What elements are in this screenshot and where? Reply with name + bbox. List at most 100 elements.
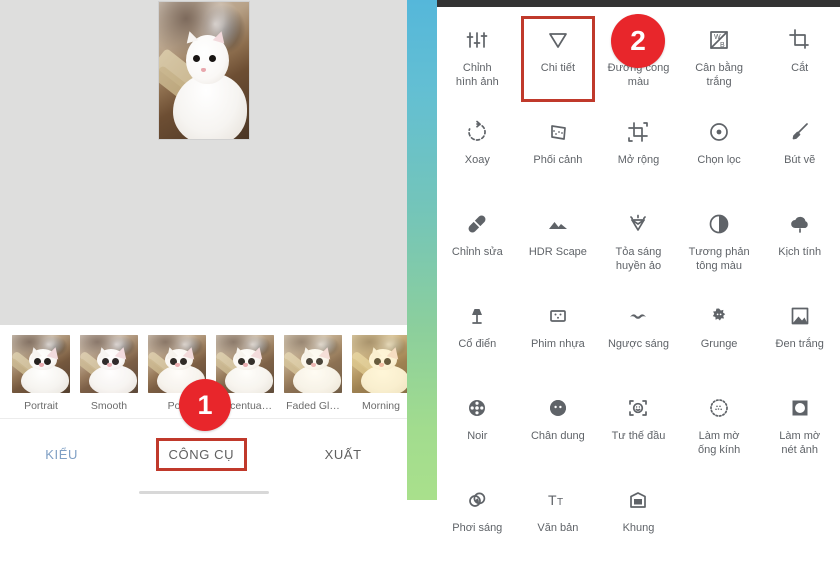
tool-item[interactable]: Phối cảnh bbox=[518, 105, 599, 197]
filter-thumbnail[interactable] bbox=[216, 335, 274, 393]
svg-text:T: T bbox=[548, 492, 557, 508]
healing-icon bbox=[462, 209, 492, 239]
double-exposure-icon bbox=[462, 485, 492, 515]
tool-label: Grunge bbox=[700, 338, 738, 350]
tool-label: Phơi sáng bbox=[452, 522, 503, 534]
edited-photo-preview[interactable] bbox=[158, 2, 249, 139]
selective-icon bbox=[704, 117, 734, 147]
tool-item[interactable]: Ngược sáng bbox=[598, 289, 679, 381]
tool-item[interactable]: Tư thế đầu bbox=[598, 381, 679, 473]
perspective-icon bbox=[543, 117, 573, 147]
tool-item[interactable]: HDR Scape bbox=[518, 197, 599, 289]
noir-reel-icon bbox=[462, 393, 492, 423]
tool-label: Tương phản tông màu bbox=[688, 246, 750, 272]
tool-label: HDR Scape bbox=[528, 246, 587, 258]
tool-item[interactable]: W B Cân bằng trắng bbox=[679, 13, 760, 105]
tool-item[interactable]: Tương phản tông màu bbox=[679, 197, 760, 289]
tool-label: Tỏa sáng huyền ảo bbox=[615, 246, 662, 272]
tune-icon bbox=[462, 25, 492, 55]
glamour-glow-icon bbox=[623, 209, 653, 239]
filter-item[interactable]: Portrait bbox=[12, 335, 70, 412]
filter-label: Smooth bbox=[90, 400, 128, 412]
crop-icon bbox=[785, 25, 815, 55]
black-white-icon bbox=[785, 301, 815, 331]
right-phone-panel: Chỉnh hình ảnh Chi tiết Đường cong màu W B Cân… bbox=[437, 0, 840, 534]
details-triangle-icon bbox=[543, 25, 573, 55]
tool-item[interactable]: Noir bbox=[437, 381, 518, 473]
tool-label: Chỉnh sửa bbox=[451, 246, 503, 258]
tool-item[interactable]: Tỏa sáng huyền ảo bbox=[598, 197, 679, 289]
filter-item[interactable]: Faded Gl… bbox=[284, 335, 342, 412]
lens-blur-icon bbox=[704, 393, 734, 423]
retrolux-icon bbox=[623, 301, 653, 331]
hdr-mountain-icon bbox=[543, 209, 573, 239]
tool-label: Làm mờ nét ảnh bbox=[779, 430, 821, 456]
tool-label: Làm mờ ống kính bbox=[697, 430, 741, 456]
svg-text:T: T bbox=[557, 497, 563, 508]
tutorial-screenshot: Portrait Smooth Pop Accentua… Faded Gl… … bbox=[0, 0, 840, 534]
white-balance-icon: WB bbox=[704, 25, 734, 55]
tool-item[interactable]: Xoay bbox=[437, 105, 518, 197]
text-icon: TT bbox=[543, 485, 573, 515]
head-pose-icon bbox=[623, 393, 653, 423]
bottom-tab[interactable]: KIỂU bbox=[35, 441, 88, 468]
filter-thumbnail[interactable] bbox=[80, 335, 138, 393]
tool-label: Cắt bbox=[791, 62, 809, 74]
tool-item[interactable]: Chân dung bbox=[518, 381, 599, 473]
tool-item[interactable]: Khung bbox=[598, 473, 679, 565]
vintage-lamp-icon bbox=[462, 301, 492, 331]
portrait-face-icon bbox=[543, 393, 573, 423]
cat-nose bbox=[200, 67, 206, 72]
tool-label: Phim nhựa bbox=[530, 338, 585, 350]
tool-item[interactable]: Bút vẽ bbox=[759, 105, 840, 197]
grunge-icon bbox=[704, 301, 734, 331]
bottom-tab[interactable]: XUẤT bbox=[315, 441, 372, 468]
tool-item[interactable]: Chọn lọc bbox=[679, 105, 760, 197]
tool-label: Cổ điển bbox=[458, 338, 497, 350]
tool-label: Mở rộng bbox=[617, 154, 660, 166]
tool-item[interactable]: Chỉnh sửa bbox=[437, 197, 518, 289]
filter-label: Faded Gl… bbox=[286, 400, 340, 412]
filter-item[interactable]: Smooth bbox=[80, 335, 138, 412]
tool-item[interactable]: Làm mờ ống kính bbox=[679, 381, 760, 473]
bottom-tab[interactable]: CÔNG CỤ bbox=[155, 438, 248, 471]
rotate-icon bbox=[462, 117, 492, 147]
home-indicator bbox=[138, 491, 269, 494]
tool-label: Chỉnh hình ảnh bbox=[455, 62, 499, 88]
brush-icon bbox=[785, 117, 815, 147]
tool-item[interactable]: Phim nhựa bbox=[518, 289, 599, 381]
tool-label: Chọn lọc bbox=[697, 154, 741, 166]
tool-label: Chi tiết bbox=[540, 62, 576, 74]
tools-grid[interactable]: Chỉnh hình ảnh Chi tiết Đường cong màu W B Cân… bbox=[437, 7, 840, 565]
drama-cloud-icon bbox=[785, 209, 815, 239]
tool-label: Văn bản bbox=[537, 522, 579, 534]
tool-item[interactable]: Mở rộng bbox=[598, 105, 679, 197]
tool-item[interactable]: Kịch tính bbox=[759, 197, 840, 289]
status-bar bbox=[437, 0, 840, 7]
tool-item[interactable]: Cổ điển bbox=[437, 289, 518, 381]
tool-item[interactable]: Phơi sáng bbox=[437, 473, 518, 565]
filter-label: Morning bbox=[362, 400, 400, 412]
step-badge-2: 2 bbox=[611, 14, 665, 68]
photo-preview-area[interactable] bbox=[0, 0, 407, 325]
tool-label: Khung bbox=[622, 522, 655, 534]
tool-item[interactable]: T T Văn bản bbox=[518, 473, 599, 565]
filter-thumbnail[interactable] bbox=[12, 335, 70, 393]
tool-label: Kịch tính bbox=[778, 246, 822, 258]
tool-item[interactable]: Chỉnh hình ảnh bbox=[437, 13, 518, 105]
tool-item[interactable]: Grunge bbox=[679, 289, 760, 381]
filter-label: Portrait bbox=[24, 400, 58, 412]
tonal-contrast-icon bbox=[704, 209, 734, 239]
filter-thumbnail[interactable] bbox=[352, 335, 407, 393]
tool-label: Cân bằng trắng bbox=[695, 62, 743, 88]
filter-thumbnail[interactable] bbox=[284, 335, 342, 393]
tool-item[interactable]: Làm mờ nét ảnh bbox=[759, 381, 840, 473]
tool-item[interactable]: Cắt bbox=[759, 13, 840, 105]
tool-label: Chân dung bbox=[530, 430, 585, 442]
tool-item[interactable]: Chi tiết bbox=[518, 13, 599, 105]
filter-item[interactable]: Morning bbox=[352, 335, 407, 412]
frame-icon bbox=[623, 485, 653, 515]
tool-label: Noir bbox=[467, 430, 488, 442]
tool-label: Đen trắng bbox=[775, 338, 824, 350]
tool-item[interactable]: Đen trắng bbox=[759, 289, 840, 381]
